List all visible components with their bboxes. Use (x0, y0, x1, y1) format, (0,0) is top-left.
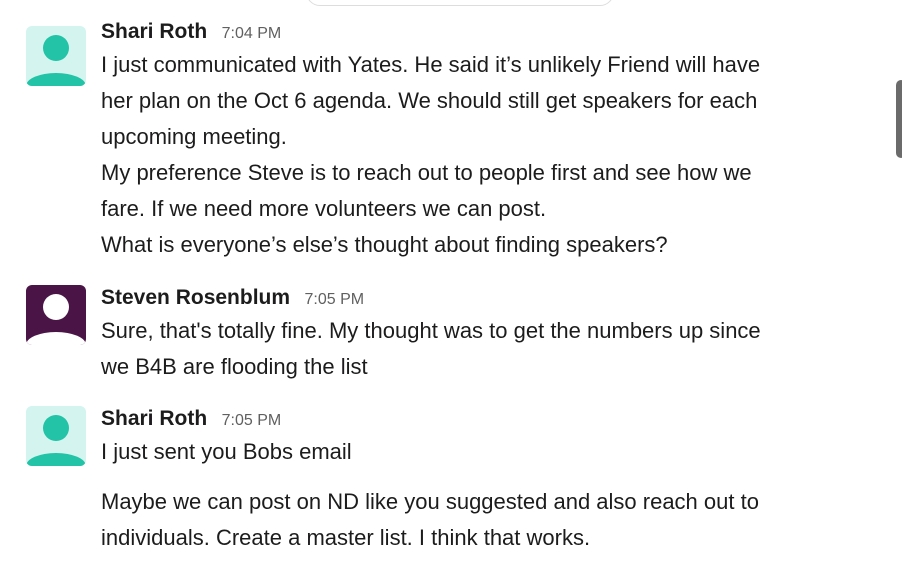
message-text: her plan on the Oct 6 agenda. We should … (101, 88, 758, 113)
message-timestamp[interactable]: 7:05 PM (222, 412, 282, 429)
user-silhouette-icon (26, 35, 86, 86)
avatar[interactable] (26, 26, 86, 86)
user-silhouette-icon (26, 294, 86, 345)
message-text: My preference Steve is to reach out to p… (101, 160, 752, 185)
chat-pane: Shari Roth 7:04 PM I just communicated w… (0, 0, 902, 577)
message-text: I just communicated with Yates. He said … (101, 52, 761, 77)
scrollbar-thumb[interactable] (896, 80, 902, 158)
new-messages-pill[interactable] (306, 0, 614, 6)
avatar[interactable] (26, 285, 86, 345)
avatar[interactable] (26, 406, 86, 466)
message-text: Sure, that's totally fine. My thought wa… (101, 318, 761, 343)
message-text: What is everyone’s else’s thought about … (101, 232, 668, 257)
message-timestamp[interactable]: 7:04 PM (222, 25, 282, 42)
message-timestamp[interactable]: 7:05 PM (305, 291, 365, 308)
message-text: we B4B are flooding the list (101, 354, 368, 379)
user-silhouette-icon (26, 415, 86, 466)
sender-name[interactable]: Shari Roth (101, 407, 207, 430)
message-text: I just sent you Bobs email (101, 439, 352, 464)
sender-name[interactable]: Steven Rosenblum (101, 286, 290, 309)
message-text: individuals. Create a master list. I thi… (101, 525, 591, 550)
message-text: Maybe we can post on ND like you suggest… (101, 489, 759, 514)
sender-name[interactable]: Shari Roth (101, 20, 207, 43)
message-text: fare. If we need more volunteers we can … (101, 196, 547, 221)
message-text: upcoming meeting. (101, 124, 287, 149)
